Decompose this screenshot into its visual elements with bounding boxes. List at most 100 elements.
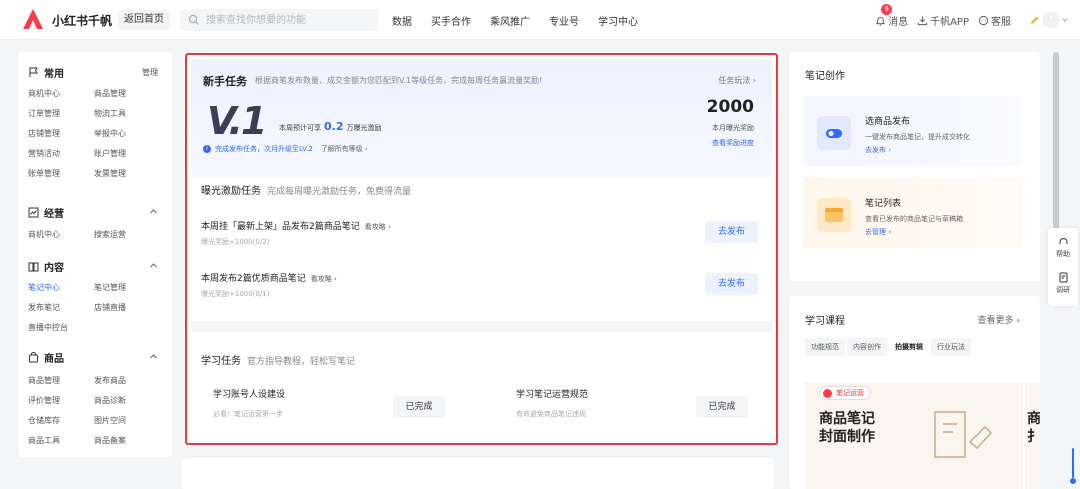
brand-name[interactable]: 小红书千帆: [52, 12, 112, 29]
next-card-edge: [182, 458, 774, 489]
all-levels-link[interactable]: 了解所有等级 ›: [321, 144, 368, 154]
note-creation-title: 笔记创作: [805, 71, 845, 82]
content-item[interactable]: 直播中控台: [28, 318, 94, 338]
courses-more-link[interactable]: 查看更多 ›: [978, 313, 1020, 326]
learning-tasks-subtitle: 官方指导教程，轻松写笔记: [247, 357, 356, 367]
page-scrollbar[interactable]: [1053, 52, 1059, 230]
thermometer-icon: [1070, 448, 1076, 484]
course-tabs: 功能规范 内容创作 拍摄剪辑 行业玩法: [805, 338, 973, 356]
section-business[interactable]: 经营: [28, 205, 64, 220]
download-app-button[interactable]: 千帆APP: [917, 13, 969, 28]
left-sidebar: 常用 管理 商机中心 商品管理 订单管理 物流工具 店铺管理 举报中心 营销活动…: [18, 52, 172, 457]
common-item[interactable]: 举报中心: [94, 124, 160, 144]
content-item-active[interactable]: 笔记中心: [28, 278, 94, 298]
section-content[interactable]: 内容: [28, 259, 64, 274]
common-item[interactable]: 发票管理: [94, 164, 160, 184]
goods-item[interactable]: 商品管理: [28, 371, 94, 391]
exposure-tasks-header: 曝光激励任务 完成每周曝光激励任务，免费得流量: [201, 182, 411, 197]
chevron-down-icon[interactable]: [1062, 17, 1068, 23]
tab-industry-tactics[interactable]: 行业玩法: [931, 338, 971, 356]
select-product-publish-card[interactable]: 选商品发布 一键发布商品笔记，提升成交转化 去发布 ›: [803, 96, 1023, 166]
section-common[interactable]: 常用: [28, 65, 64, 80]
info-icon: i: [203, 145, 211, 153]
nav-promotion[interactable]: 乘风推广: [490, 13, 530, 28]
common-item[interactable]: 商机中心: [28, 84, 94, 104]
learning-card[interactable]: 学习账号人设建设 必看！笔记运营第一步 已完成: [201, 380, 457, 430]
tab-function-rules[interactable]: 功能规范: [805, 338, 845, 356]
course-banner[interactable]: 笔记运营 商品笔记 封面制作: [805, 382, 1023, 489]
back-home-button[interactable]: 返回首页: [118, 10, 170, 30]
publish-button[interactable]: 去发布: [705, 273, 758, 295]
course-banner-next-char: 扌: [1027, 429, 1040, 445]
edit-tool-button[interactable]: [1029, 15, 1042, 26]
survey-button[interactable]: 调研: [1048, 272, 1078, 295]
publish-button[interactable]: 去发布: [705, 221, 758, 243]
search-input[interactable]: [206, 12, 371, 28]
flag-icon: [29, 67, 38, 77]
common-item[interactable]: 物流工具: [94, 104, 160, 124]
common-item[interactable]: 订单管理: [28, 104, 94, 124]
course-banner-next[interactable]: 商 扌: [1025, 382, 1040, 489]
content-item[interactable]: 店铺直播: [94, 298, 160, 318]
goods-item[interactable]: 商品备案: [94, 431, 160, 451]
tab-content-creation[interactable]: 内容创作: [847, 338, 887, 356]
business-item[interactable]: 搜索运营: [94, 225, 160, 245]
message-badge: 9: [881, 3, 893, 15]
note-list-card-link[interactable]: 去管理 ›: [865, 227, 891, 237]
completed-button[interactable]: 已完成: [696, 396, 748, 418]
messages-label: 消息: [888, 16, 909, 28]
content-item[interactable]: 笔记管理: [94, 278, 160, 298]
completed-button[interactable]: 已完成: [393, 396, 445, 418]
business-item[interactable]: 商机中心: [28, 225, 94, 245]
reward-progress-link[interactable]: 查看奖励进度: [712, 138, 754, 148]
goods-item[interactable]: 图片空间: [94, 411, 160, 431]
common-item[interactable]: 账单管理: [28, 164, 94, 184]
publish-card-icon: [817, 116, 851, 150]
common-item[interactable]: 店铺管理: [28, 124, 94, 144]
help-button[interactable]: 帮助: [1048, 236, 1078, 259]
learning-card[interactable]: 学习笔记运营规范 有效避免商品笔记违规 已完成: [504, 380, 760, 430]
common-item[interactable]: 账户管理: [94, 144, 160, 164]
task-guide-link[interactable]: 看攻略 ›: [311, 274, 337, 284]
messages-button[interactable]: 9 消息: [875, 3, 909, 28]
course-banner-line1: 商品笔记: [819, 411, 875, 427]
floating-toolbar: 帮助 调研: [1048, 228, 1078, 306]
nav-pro-account[interactable]: 专业号: [549, 13, 579, 28]
document-illustration-icon: [934, 411, 993, 458]
qianfan-logo-icon[interactable]: [22, 8, 44, 30]
bell-icon: [875, 16, 886, 25]
goods-item[interactable]: 仓储库存: [28, 411, 94, 431]
section-goods[interactable]: 商品: [28, 350, 64, 365]
top-tools: 9 消息 千帆APP 客服: [866, 0, 1042, 40]
goods-item[interactable]: 发布商品: [94, 371, 160, 391]
learning-tasks-title: 学习任务: [201, 356, 241, 367]
task-guide-link[interactable]: 看攻略 ›: [365, 222, 391, 232]
content-item[interactable]: 发布笔记: [28, 298, 94, 318]
nav-buyer-cooperation[interactable]: 买手合作: [431, 13, 471, 28]
chevron-up-icon[interactable]: [149, 352, 158, 361]
search-box[interactable]: [180, 9, 378, 31]
nav-learning-center[interactable]: 学习中心: [598, 13, 638, 28]
course-banner-tag: 笔记运营: [819, 386, 871, 400]
publish-card-link[interactable]: 去发布 ›: [865, 145, 891, 155]
tab-shooting-editing[interactable]: 拍摄剪辑: [889, 338, 929, 356]
note-list-card-icon: [817, 198, 851, 232]
customer-service-button[interactable]: 客服: [978, 13, 1011, 28]
goods-item[interactable]: 商品工具: [28, 431, 94, 451]
common-manage-link[interactable]: 管理: [142, 67, 158, 78]
weekly-incentive: 本周预计可享 0.2 万曝光激励: [279, 120, 382, 133]
nav-data[interactable]: 数据: [392, 13, 412, 28]
business-items: 商机中心 搜索运营: [28, 225, 168, 245]
common-item[interactable]: 商品管理: [94, 84, 160, 104]
user-avatar[interactable]: [1042, 11, 1060, 29]
note-list-card[interactable]: 笔记列表 查看已发布的商品笔记与草稿箱 去管理 ›: [803, 178, 1023, 248]
goods-items: 商品管理 发布商品 评价管理 商品诊断 仓储库存 图片空间 商品工具 商品备案: [28, 371, 168, 451]
download-app-label: 千帆APP: [930, 16, 969, 28]
trend-chart-icon: [28, 207, 39, 218]
chevron-up-icon[interactable]: [149, 207, 158, 216]
task-rules-link[interactable]: 任务玩法 ›: [718, 75, 756, 86]
common-item[interactable]: 营销活动: [28, 144, 94, 164]
goods-item[interactable]: 评价管理: [28, 391, 94, 411]
chevron-up-icon[interactable]: [149, 261, 158, 270]
goods-item[interactable]: 商品诊断: [94, 391, 160, 411]
